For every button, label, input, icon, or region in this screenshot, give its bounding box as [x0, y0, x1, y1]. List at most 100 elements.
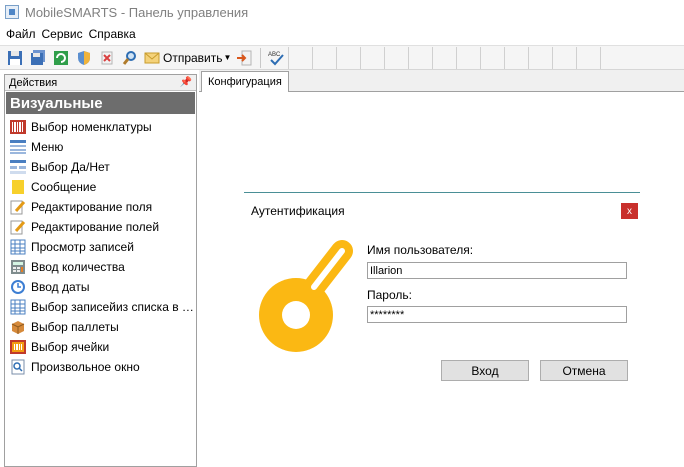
toolbar-slot [408, 46, 432, 69]
actions-panel-header: Действия 📌 [5, 75, 196, 91]
list-item-label: Выбор паллеты [31, 320, 119, 334]
floppy-stack-icon [31, 49, 45, 65]
list-item-label: Выбор номенклатуры [31, 120, 152, 134]
list-item[interactable]: Просмотр записей [5, 237, 196, 257]
list-item[interactable]: Выбор записейиз списка в сп... [5, 297, 196, 317]
list-item[interactable]: Произвольное окно [5, 357, 196, 377]
title-bar: MobileSMARTS - Панель управления [0, 0, 684, 24]
dialog-title: Аутентификация [251, 204, 345, 218]
auth-dialog: Аутентификация x Имя пользователя: Парол… [244, 192, 640, 392]
send-dropdown[interactable]: Отправить ▼ [142, 47, 233, 69]
tab-configuration[interactable]: Конфигурация [201, 71, 289, 92]
delete-button[interactable] [96, 47, 118, 69]
chevron-down-icon: ▼ [223, 53, 232, 62]
toolbar-slot [432, 46, 456, 69]
list-item[interactable]: Выбор ячейки [5, 337, 196, 357]
delete-icon [101, 51, 113, 64]
toolbar-slot [384, 46, 408, 69]
refresh-icon [54, 50, 68, 65]
menu-help[interactable]: Справка [86, 27, 139, 41]
toolbar-slot [504, 46, 528, 69]
visual-section-header[interactable]: Визуальные [6, 92, 195, 114]
toolbar-slot [312, 46, 336, 69]
actions-panel-title: Действия [9, 76, 58, 89]
toolbar-slot [336, 46, 360, 69]
menu-bar: Файл Сервис Справка [0, 24, 684, 44]
menu-list-icon [10, 139, 26, 155]
refresh-button[interactable] [50, 47, 72, 69]
pin-icon[interactable]: 📌 [180, 77, 192, 88]
list-item[interactable]: Выбор Да/Нет [5, 157, 196, 177]
menu-service[interactable]: Сервис [39, 27, 86, 41]
key-icon [259, 240, 353, 352]
spell-check-button[interactable]: ABC [265, 47, 287, 69]
export-icon [237, 50, 252, 65]
close-button[interactable]: x [621, 203, 638, 219]
spell-check-icon: ABC [268, 52, 285, 65]
list-item[interactable]: Выбор номенклатуры [5, 117, 196, 137]
list-item-label: Меню [31, 140, 64, 154]
app-icon [5, 5, 19, 19]
list-item[interactable]: Ввод количества [5, 257, 196, 277]
toolbar-slot [576, 46, 600, 69]
list-item[interactable]: Меню [5, 137, 196, 157]
box-icon [10, 319, 26, 335]
login-button[interactable]: Вход [441, 360, 529, 381]
cell-barcode-icon [10, 339, 26, 355]
list-item-label: Редактирование поля [31, 200, 153, 214]
window-title: MobileSMARTS - Панель управления [25, 4, 249, 20]
username-label: Имя пользователя: [367, 243, 474, 257]
export-button[interactable] [233, 47, 255, 69]
list-item-label: Ввод даты [31, 280, 90, 294]
shield-icon [78, 50, 90, 65]
calculator-icon [10, 259, 26, 275]
password-input[interactable] [367, 306, 627, 323]
edit-field-icon [10, 199, 26, 215]
toolbar-slot [288, 46, 312, 69]
barcode-icon [10, 119, 26, 135]
yes-no-icon [10, 159, 26, 175]
list-item-label: Произвольное окно [31, 360, 140, 374]
actions-panel: Действия 📌 Визуальные Выбор номенклатуры… [4, 74, 197, 467]
list-item-label: Ввод количества [31, 260, 125, 274]
list-item-label: Выбор ячейки [31, 340, 110, 354]
save-all-button[interactable] [27, 47, 49, 69]
list-select-icon [10, 299, 26, 315]
search-icon [122, 50, 136, 65]
toolbar: Отправить ▼ ABC [0, 45, 684, 70]
toolbar-slot [600, 46, 624, 69]
toolbar-slot [552, 46, 576, 69]
save-button[interactable] [4, 47, 26, 69]
list-item-label: Сообщение [31, 180, 97, 194]
floppy-icon [8, 50, 22, 65]
toolbar-separator [260, 47, 262, 68]
toolbar-slot [528, 46, 552, 69]
envelope-icon [144, 52, 160, 63]
list-item[interactable]: Выбор паллеты [5, 317, 196, 337]
list-item[interactable]: Ввод даты [5, 277, 196, 297]
tab-strip: Конфигурация [199, 70, 684, 92]
list-item-label: Выбор Да/Нет [31, 160, 110, 174]
toolbar-slot [456, 46, 480, 69]
list-item[interactable]: Редактирование поля [5, 197, 196, 217]
search-button[interactable] [119, 47, 141, 69]
list-item[interactable]: Редактирование полей [5, 217, 196, 237]
list-item[interactable]: Сообщение [5, 177, 196, 197]
send-label: Отправить [163, 50, 223, 65]
list-item-label: Выбор записейиз списка в сп... [31, 300, 196, 314]
menu-file[interactable]: Файл [3, 27, 39, 41]
message-icon [10, 179, 26, 195]
list-item-label: Просмотр записей [31, 240, 134, 254]
custom-window-icon [10, 359, 26, 375]
shield-button[interactable] [73, 47, 95, 69]
password-label: Пароль: [367, 288, 412, 302]
list-item-label: Редактирование полей [31, 220, 160, 234]
clock-icon [10, 279, 26, 295]
edit-fields-icon [10, 219, 26, 235]
username-input[interactable] [367, 262, 627, 279]
records-grid-icon [10, 239, 26, 255]
toolbar-slot [480, 46, 504, 69]
svg-text:ABC: ABC [268, 52, 281, 58]
toolbar-slot [360, 46, 384, 69]
cancel-button[interactable]: Отмена [540, 360, 628, 381]
